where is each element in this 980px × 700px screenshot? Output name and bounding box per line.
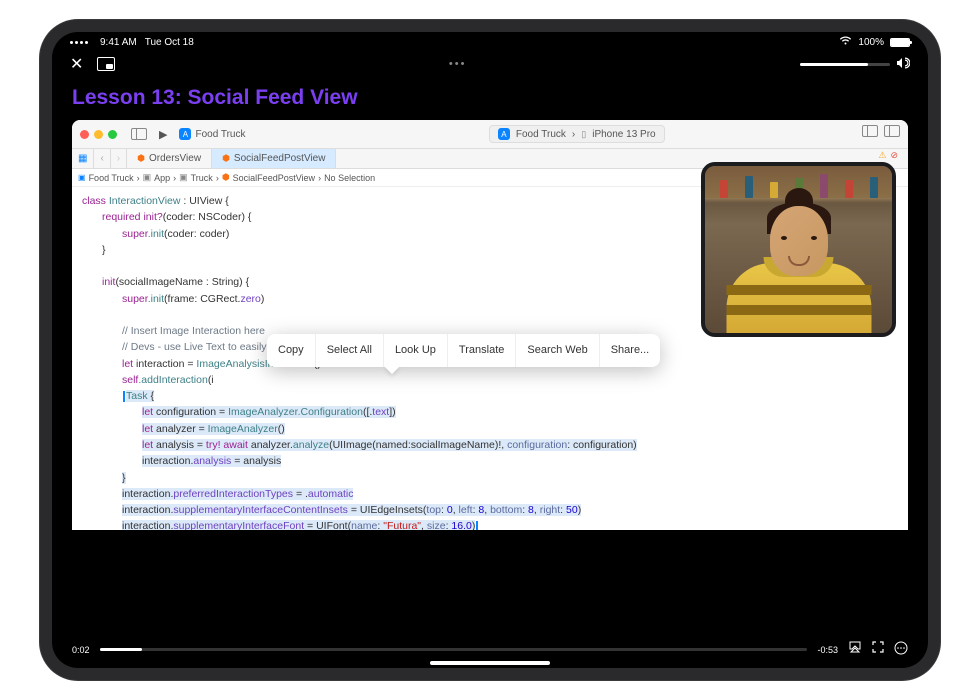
playback-current-time: 0:02	[72, 645, 90, 655]
tab-socialfeedpostview[interactable]: ⬢SocialFeedPostView	[212, 149, 336, 168]
scrubber[interactable]	[100, 648, 808, 651]
status-time: 9:41 AM	[100, 37, 137, 48]
folder-icon: ▣	[143, 172, 152, 183]
more-menu-icon[interactable]: •••	[449, 58, 467, 70]
window-traffic-lights[interactable]	[80, 130, 117, 139]
airplay-icon[interactable]	[848, 641, 862, 658]
battery-percent: 100%	[858, 37, 884, 48]
swift-file-icon: ⬢	[222, 153, 230, 164]
tab-navigator-icon[interactable]: ▦	[72, 149, 94, 168]
pip-button[interactable]	[97, 57, 115, 71]
ipad-screen: 9:41 AM Tue Oct 18 100% ✕ ••• Lesson 13:…	[52, 32, 928, 668]
run-button[interactable]: ▶	[159, 128, 167, 141]
sidebar-toggle-icon[interactable]	[131, 128, 147, 140]
menu-search-web[interactable]: Search Web	[516, 334, 599, 367]
phone-icon: ▯	[581, 129, 586, 140]
status-date: Tue Oct 18	[145, 37, 194, 48]
ipad-device-frame: 9:41 AM Tue Oct 18 100% ✕ ••• Lesson 13:…	[40, 20, 940, 680]
project-icon: ▣	[78, 173, 86, 182]
nav-forward[interactable]: ›	[111, 149, 127, 168]
wifi-icon	[839, 36, 852, 48]
more-icon[interactable]	[894, 641, 908, 658]
presenter-video-pip[interactable]	[701, 162, 896, 337]
video-top-controls: ✕ •••	[52, 50, 928, 82]
close-button[interactable]: ✕	[70, 54, 83, 74]
device-selector[interactable]: A Food Truck › ▯ iPhone 13 Pro	[489, 125, 665, 143]
speaker-icon[interactable]	[896, 57, 910, 72]
folder-icon: ▣	[179, 172, 188, 183]
issue-badges[interactable]: ⚠⊘	[878, 150, 898, 161]
swift-file-icon: ⬢	[137, 153, 145, 164]
playback-remaining-time: -0:53	[817, 645, 838, 655]
swift-file-icon: ⬢	[222, 172, 230, 183]
lesson-title: Lesson 13: Social Feed View	[52, 82, 928, 120]
status-bar: 9:41 AM Tue Oct 18 100%	[52, 32, 928, 50]
menu-share[interactable]: Share...	[600, 334, 661, 367]
menu-look-up[interactable]: Look Up	[384, 334, 448, 367]
menu-select-all[interactable]: Select All	[316, 334, 384, 367]
fullscreen-icon[interactable]	[872, 641, 884, 658]
inspector-toggle-icon[interactable]	[884, 125, 900, 137]
scheme-selector[interactable]: A Food Truck	[179, 128, 245, 140]
home-indicator[interactable]	[430, 661, 550, 665]
xcode-titlebar: ▶ A Food Truck A Food Truck › ▯ iPhone 1…	[72, 120, 908, 149]
text-context-menu: Copy Select All Look Up Translate Search…	[267, 334, 660, 367]
scheme-label: Food Truck	[516, 129, 566, 140]
nav-back[interactable]: ‹	[94, 149, 110, 168]
tab-ordersview[interactable]: ⬢OrdersView	[127, 149, 212, 168]
app-icon: A	[179, 128, 191, 140]
library-icon[interactable]	[862, 125, 878, 137]
scheme-app-icon: A	[498, 128, 510, 140]
menu-translate[interactable]: Translate	[448, 334, 516, 367]
volume-slider[interactable]	[800, 63, 890, 66]
scheme-name: Food Truck	[195, 129, 245, 140]
battery-icon	[890, 38, 910, 47]
playback-controls: 0:02 -0:53	[72, 641, 908, 658]
device-name: iPhone 13 Pro	[592, 129, 655, 140]
menu-copy[interactable]: Copy	[267, 334, 316, 367]
